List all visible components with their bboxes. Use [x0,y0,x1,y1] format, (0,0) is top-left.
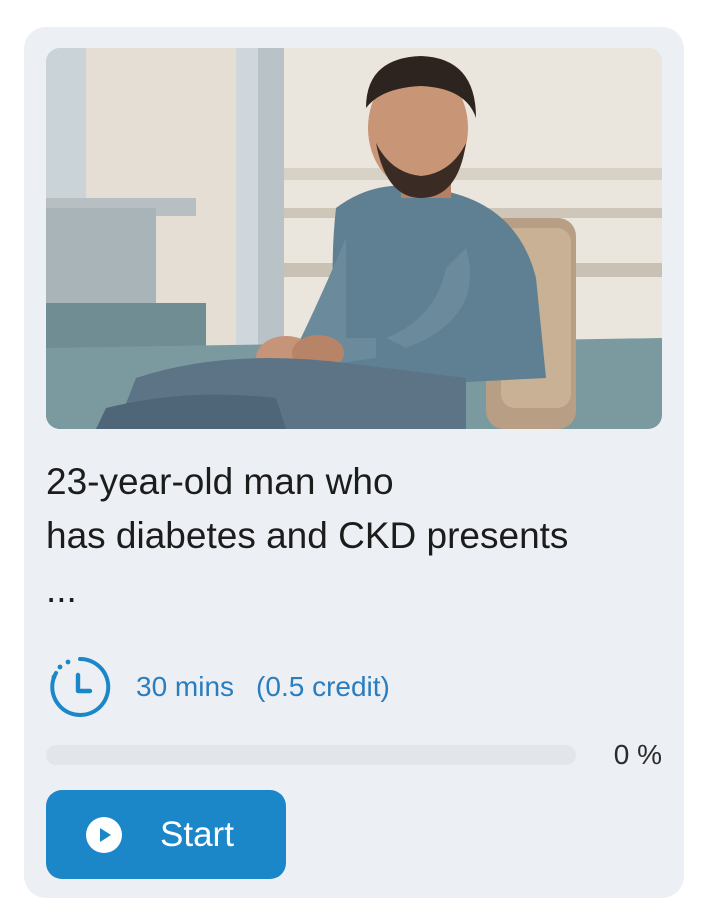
course-card[interactable]: 23-year-old man who has diabetes and CKD… [24,27,684,898]
course-duration: 30 mins [136,671,235,702]
patient-photo [46,48,662,429]
clock-icon [50,656,111,717]
play-icon [86,816,122,853]
start-button[interactable]: Start [46,790,286,879]
course-credit: (0.5 credit) [256,671,390,702]
course-meta: 30 mins (0.5 credit) [48,655,390,719]
course-thumbnail[interactable] [46,48,662,429]
course-title-ellipsis: ... [46,569,77,610]
start-button-label: Start [160,814,234,854]
progress-percent: 0 % [613,739,662,770]
progress-bar [46,745,576,765]
course-title-line-2: has diabetes and CKD presents [46,515,569,556]
course-title-line-1: 23-year-old man who [46,461,394,502]
course-title[interactable]: 23-year-old man who has diabetes and CKD… [46,455,662,617]
